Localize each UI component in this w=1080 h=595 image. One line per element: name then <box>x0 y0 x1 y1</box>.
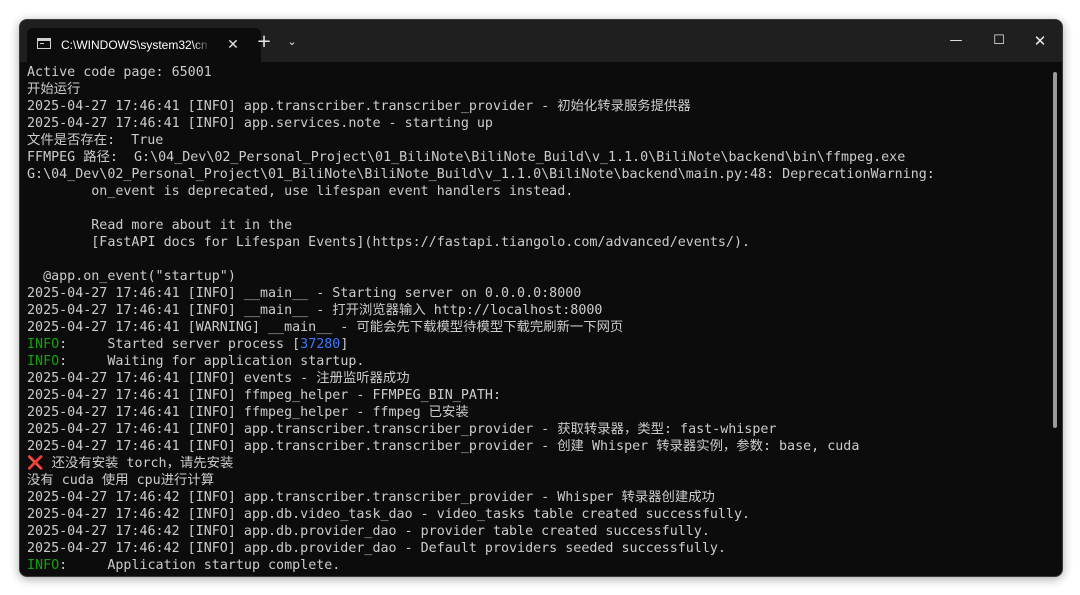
tab-title: C:\WINDOWS\system32\cmd.e <box>61 38 207 52</box>
terminal-line: 2025-04-27 17:46:41 [INFO] app.transcrib… <box>27 422 777 437</box>
terminal-line-torch-warning: ❌ 还没有安装 torch，请先安装 <box>27 455 233 472</box>
torch-warning-text: 还没有安装 torch，请先安装 <box>43 456 234 471</box>
terminal-line-startup-complete: INFO: Application startup complete. <box>27 557 340 574</box>
info-colon: : <box>59 337 68 352</box>
tab-title-fade <box>193 36 211 54</box>
terminal-line: 2025-04-27 17:46:41 [INFO] __main__ - 打开… <box>27 303 603 318</box>
terminal-line: 2025-04-27 17:46:41 [INFO] app.transcrib… <box>27 99 691 114</box>
info-label: INFO <box>27 354 60 369</box>
terminal-line: 2025-04-27 17:46:42 [INFO] app.db.provid… <box>27 524 710 539</box>
terminal-line: Active code page: 65001 <box>27 65 212 80</box>
terminal-line: G:\04_Dev\02_Personal_Project\01_BiliNot… <box>27 167 935 182</box>
close-button[interactable]: ✕ <box>1018 26 1062 56</box>
new-tab-button[interactable]: + <box>254 32 274 52</box>
terminal-line: 2025-04-27 17:46:41 [INFO] __main__ - St… <box>27 286 582 301</box>
minimize-button[interactable]: — <box>934 26 978 56</box>
terminal-line-waiting: INFO: Waiting for application startup. <box>27 353 364 370</box>
cross-mark-icon: ❌ <box>27 456 44 471</box>
terminal-window: C:\WINDOWS\system32\cmd.e ✕ + ⌄ — ☐ ✕ Ac… <box>19 19 1063 577</box>
terminal-line: [FastAPI docs for Lifespan Events](https… <box>27 235 751 250</box>
process-id: 37280 <box>300 337 341 352</box>
tab-cmd[interactable]: C:\WINDOWS\system32\cmd.e ✕ <box>27 28 261 62</box>
terminal-line: 2025-04-27 17:46:42 [INFO] app.transcrib… <box>27 490 715 505</box>
terminal-line: 2025-04-27 17:46:42 [INFO] app.db.provid… <box>27 541 726 556</box>
info-colon: : <box>59 354 68 369</box>
scrollbar-thumb[interactable] <box>1053 72 1057 428</box>
terminal-line: 2025-04-27 17:46:41 [INFO] ffmpeg_helper… <box>27 388 501 403</box>
info-colon: : <box>59 558 68 573</box>
terminal-line: 2025-04-27 17:46:41 [INFO] app.transcrib… <box>27 439 860 454</box>
terminal-line: 没有 cuda 使用 cpu进行计算 <box>27 473 215 488</box>
terminal-line: FFMPEG 路径: G:\04_Dev\02_Personal_Project… <box>27 150 906 165</box>
terminal-line: 2025-04-27 17:46:41 [INFO] ffmpeg_helper… <box>27 405 469 420</box>
terminal-line: on_event is deprecated, use lifespan eve… <box>27 184 574 199</box>
terminal-line: 2025-04-27 17:46:41 [INFO] events - 注册监听… <box>27 371 410 386</box>
terminal-line: 开始运行 <box>27 82 81 97</box>
server-process-text: Started server process [ <box>67 337 301 352</box>
terminal-line: 2025-04-27 17:46:41 [INFO] app.services.… <box>27 116 493 131</box>
terminal-output[interactable]: Active code page: 65001 开始运行 2025-04-27 … <box>20 62 1050 574</box>
info-label: INFO <box>27 558 60 573</box>
terminal-icon <box>37 38 51 49</box>
terminal-line-server-process: INFO: Started server process [37280] <box>27 336 348 353</box>
terminal-line: @app.on_event("startup") <box>27 269 236 284</box>
terminal-line: Read more about it in the <box>27 218 293 233</box>
server-process-end: ] <box>340 337 349 352</box>
info-label: INFO <box>27 337 60 352</box>
title-bar[interactable]: C:\WINDOWS\system32\cmd.e ✕ + ⌄ — ☐ ✕ <box>20 20 1062 62</box>
startup-complete-text: Application startup complete. <box>67 558 341 573</box>
terminal-line: 2025-04-27 17:46:42 [INFO] app.db.video_… <box>27 507 751 522</box>
chevron-down-icon[interactable]: ⌄ <box>282 32 302 52</box>
terminal-line: 文件是否存在: True <box>27 133 164 148</box>
waiting-text: Waiting for application startup. <box>67 354 365 369</box>
terminal-line: 2025-04-27 17:46:41 [WARNING] __main__ -… <box>27 320 624 335</box>
tab-close-icon[interactable]: ✕ <box>223 35 243 55</box>
maximize-button[interactable]: ☐ <box>977 26 1021 56</box>
